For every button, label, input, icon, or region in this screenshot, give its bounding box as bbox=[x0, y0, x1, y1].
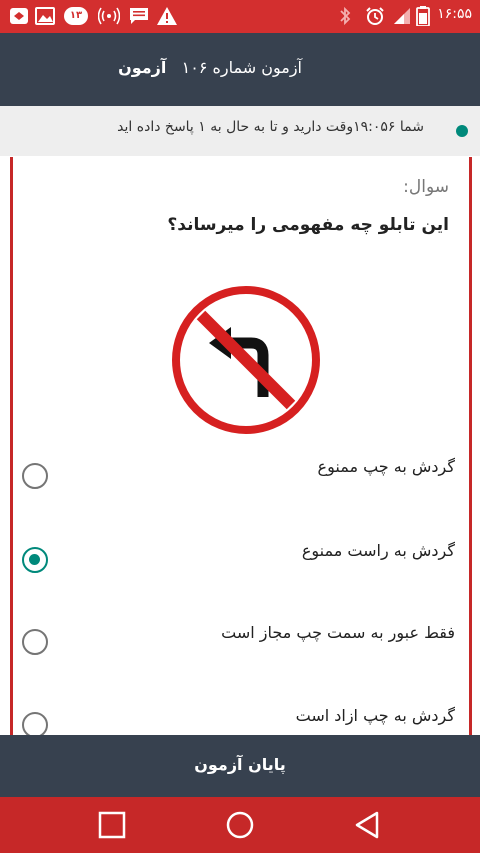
finish-exam-label: پایان آزمون bbox=[194, 755, 286, 774]
no-left-turn-sign-icon bbox=[172, 286, 320, 434]
answer-option-2[interactable]: گردش به راست ممنوع bbox=[13, 539, 469, 583]
answer-label-2: گردش به راست ممنوع bbox=[301, 541, 455, 560]
answer-option-1[interactable]: گردش به چپ ممنوع bbox=[13, 455, 469, 499]
recents-square-icon[interactable] bbox=[96, 809, 128, 841]
back-triangle-icon[interactable] bbox=[352, 809, 384, 841]
message-icon bbox=[130, 8, 148, 24]
alarm-icon bbox=[366, 7, 384, 25]
exam-number-label: آزمون شماره ۱۰۶ bbox=[181, 58, 302, 77]
answer-option-4[interactable]: گردش به چپ ازاد است bbox=[13, 704, 469, 735]
notification-count-badge: ۱۳ bbox=[64, 7, 88, 25]
answer-label-3: فقط عبور به سمت چپ مجاز است bbox=[221, 623, 455, 642]
battery-icon bbox=[416, 6, 430, 26]
time-info-bar: شما ۱۹:۰۵۶وقت دارید و تا به حال به ۱ پاس… bbox=[0, 106, 480, 156]
warning-icon bbox=[157, 7, 177, 25]
answer-radio-4[interactable] bbox=[22, 712, 48, 735]
home-circle-icon[interactable] bbox=[224, 809, 256, 841]
status-bar: ۱۳ ۱۶:۵۵ bbox=[0, 0, 480, 33]
remote-access-icon bbox=[10, 8, 28, 24]
question-text: این تابلو چه مفهومی را میرساند؟ bbox=[167, 215, 449, 235]
status-time: ۱۶:۵۵ bbox=[437, 6, 472, 22]
answer-option-3[interactable]: فقط عبور به سمت چپ مجاز است bbox=[13, 621, 469, 665]
app-bar: آزمون شماره ۱۰۶ آزمون bbox=[0, 33, 480, 106]
system-nav-bar bbox=[0, 797, 480, 853]
answer-radio-1[interactable] bbox=[22, 463, 48, 489]
answer-radio-3[interactable] bbox=[22, 629, 48, 655]
status-dot-icon bbox=[456, 125, 468, 137]
bluetooth-icon bbox=[340, 6, 351, 26]
answer-radio-2[interactable] bbox=[22, 547, 48, 573]
question-card: سوال: این تابلو چه مفهومی را میرساند؟ گر… bbox=[10, 157, 472, 735]
signal-icon bbox=[394, 8, 410, 24]
answer-label-1: گردش به چپ ممنوع bbox=[317, 457, 455, 476]
page-title: آزمون شماره ۱۰۶ آزمون bbox=[118, 58, 302, 77]
gallery-icon bbox=[35, 7, 55, 25]
question-label: سوال: bbox=[403, 177, 449, 197]
wifi-hotspot-icon bbox=[98, 7, 120, 25]
answer-label-4: گردش به چپ ازاد است bbox=[295, 706, 455, 725]
exam-label: آزمون bbox=[118, 58, 167, 77]
finish-exam-button[interactable]: پایان آزمون bbox=[0, 735, 480, 797]
remaining-time-text: شما ۱۹:۰۵۶وقت دارید و تا به حال به ۱ پاس… bbox=[117, 119, 424, 135]
